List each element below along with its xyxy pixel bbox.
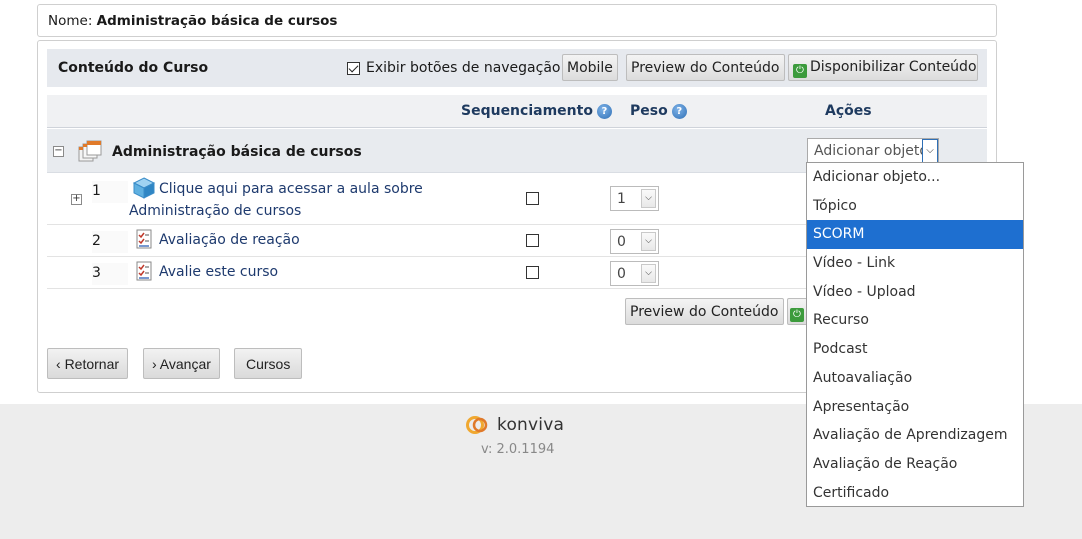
next-button[interactable]: › Avançar <box>143 348 220 379</box>
weight-select[interactable]: 1 ⌵ <box>610 186 659 211</box>
scorm-cube-icon <box>132 177 156 199</box>
add-object-select[interactable]: Adicionar objeto... ⌵ <box>807 138 939 164</box>
preview-content-button[interactable]: Preview do Conteúdo <box>626 54 785 81</box>
dropdown-option[interactable]: Certificado <box>807 479 1023 508</box>
checklist-icon <box>136 229 152 249</box>
weight-select[interactable]: 0 ⌵ <box>610 229 659 254</box>
header-actions-label: Ações <box>825 103 872 119</box>
konviva-logo-icon <box>466 416 488 434</box>
sequencing-checkbox[interactable] <box>526 266 539 279</box>
dropdown-option[interactable]: Avaliação de Aprendizagem <box>807 421 1023 450</box>
dropdown-option[interactable]: Recurso <box>807 306 1023 335</box>
version-text: v: 2.0.1194 <box>481 442 555 457</box>
dropdown-option[interactable]: Vídeo - Upload <box>807 278 1023 307</box>
back-button[interactable]: ‹ Retornar <box>47 348 129 379</box>
back-button-label: Retornar <box>64 355 120 372</box>
table-header: Sequenciamento ? Peso ? Ações <box>47 95 987 128</box>
bottom-preview-content-button[interactable]: Preview do Conteúdo <box>625 298 784 325</box>
power-icon: ⏻ <box>790 308 804 322</box>
dropdown-option[interactable]: Podcast <box>807 335 1023 364</box>
publish-content-label: Disponibilizar Conteúdo <box>810 59 977 75</box>
chevron-right-icon: › <box>152 355 157 372</box>
chevron-down-icon[interactable]: ⌵ <box>641 264 656 283</box>
dropdown-option[interactable]: Apresentação <box>807 393 1023 422</box>
header-sequencing: Sequenciamento ? <box>461 103 612 119</box>
help-icon[interactable]: ? <box>596 103 612 119</box>
next-button-label: Avançar <box>159 355 211 372</box>
checklist-icon <box>136 261 152 281</box>
help-icon[interactable]: ? <box>671 103 687 119</box>
nav-buttons-checkbox-wrapper[interactable]: Exibir botões de navegação <box>347 60 560 76</box>
weight-select-value: 0 <box>617 266 626 282</box>
chevron-down-icon[interactable]: ⌵ <box>641 189 656 208</box>
header-weight-label: Peso <box>630 103 668 119</box>
add-object-select-value: Adicionar objeto... <box>814 143 939 159</box>
dropdown-option[interactable]: Tópico <box>807 192 1023 221</box>
course-stack-icon <box>78 140 102 162</box>
collapse-icon[interactable]: − <box>53 146 64 157</box>
konviva-logo: konviva <box>465 414 564 436</box>
publish-content-button[interactable]: ⏻ Disponibilizar Conteúdo <box>788 54 978 81</box>
nav-buttons-checkbox[interactable] <box>347 61 360 75</box>
content-toolbar: Conteúdo do Curso Exibir botões de naveg… <box>47 49 987 87</box>
header-sequencing-label: Sequenciamento <box>461 103 593 119</box>
course-title: Administração básica de cursos <box>112 144 362 160</box>
dropdown-option[interactable]: Autoavaliação <box>807 364 1023 393</box>
add-object-dropdown-list[interactable]: Adicionar objeto... Tópico SCORM Vídeo - Li… <box>806 162 1024 507</box>
power-icon: ⏻ <box>793 64 807 78</box>
sequencing-checkbox[interactable] <box>526 234 539 247</box>
chevron-down-icon[interactable]: ⌵ <box>641 232 656 251</box>
header-actions: Ações <box>825 103 872 119</box>
konviva-logo-text: konviva <box>497 415 565 435</box>
dropdown-option[interactable]: Adicionar objeto... <box>807 163 1023 192</box>
mobile-button[interactable]: Mobile <box>562 54 618 81</box>
dropdown-option[interactable]: Avaliação de Reação <box>807 450 1023 479</box>
dropdown-option[interactable]: Vídeo - Link <box>807 249 1023 278</box>
item-index: 1 <box>92 181 128 203</box>
chevron-down-icon[interactable]: ⌵ <box>922 139 938 163</box>
item-index: 3 <box>92 263 128 285</box>
weight-select[interactable]: 0 ⌵ <box>610 261 659 286</box>
item-link[interactable]: Avalie este curso <box>159 261 278 283</box>
item-link-continuation[interactable]: Administração de cursos <box>129 200 301 222</box>
toolbar-title: Conteúdo do Curso <box>58 60 209 76</box>
weight-select-value: 1 <box>617 191 626 207</box>
course-name-label: Nome: <box>48 13 93 29</box>
courses-button[interactable]: Cursos <box>234 348 303 379</box>
chevron-left-icon: ‹ <box>56 355 61 372</box>
course-name-box: Nome: Administração básica de cursos <box>37 4 997 37</box>
item-link[interactable]: Clique aqui para acessar a aula sobre <box>159 178 423 200</box>
item-link[interactable]: Avaliação de reação <box>159 229 300 251</box>
item-index: 2 <box>92 231 128 253</box>
dropdown-option[interactable]: SCORM <box>807 220 1023 250</box>
expand-icon[interactable]: + <box>71 194 82 205</box>
weight-select-value: 0 <box>617 234 626 250</box>
header-weight: Peso ? <box>630 103 687 119</box>
sequencing-checkbox[interactable] <box>526 192 539 205</box>
course-name-value: Administração básica de cursos <box>96 13 338 29</box>
nav-buttons-checkbox-label: Exibir botões de navegação <box>366 60 561 76</box>
